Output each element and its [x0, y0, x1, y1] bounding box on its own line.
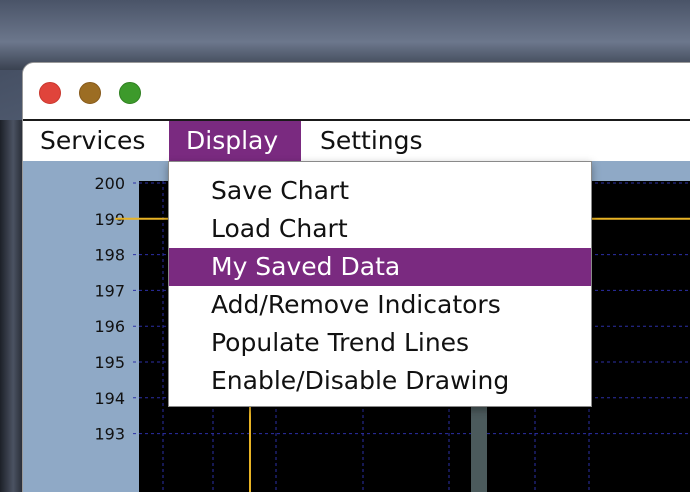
y-tick-label: 198 [94, 246, 125, 265]
menu-item-my-saved-data[interactable]: My Saved Data [169, 248, 591, 286]
menu-bar: Services Display Settings [23, 119, 690, 163]
title-bar[interactable] [23, 63, 690, 119]
y-tick-label: 197 [94, 281, 125, 300]
wallpaper-rock [0, 120, 22, 492]
candle-bar [471, 399, 487, 492]
y-tick-label: 195 [94, 353, 125, 372]
menu-item-save-chart[interactable]: Save Chart [169, 172, 591, 210]
y-tick-label: 196 [94, 317, 125, 336]
menu-item-add-remove-indicators[interactable]: Add/Remove Indicators [169, 286, 591, 324]
desktop: Services Display Settings 200 199 198 197 19… [0, 0, 690, 492]
display-dropdown-menu: Save Chart Load Chart My Saved Data Add/… [168, 161, 592, 407]
menu-settings[interactable]: Settings [303, 121, 433, 161]
close-window-button[interactable] [39, 82, 61, 104]
menu-services[interactable]: Services [23, 121, 169, 161]
desktop-wallpaper [0, 0, 690, 70]
minimize-window-button[interactable] [79, 82, 101, 104]
y-tick-label: 200 [94, 174, 125, 193]
y-tick-label: 193 [94, 425, 125, 444]
menu-item-load-chart[interactable]: Load Chart [169, 210, 591, 248]
menu-item-enable-disable-drawing[interactable]: Enable/Disable Drawing [169, 362, 591, 400]
app-window: Services Display Settings 200 199 198 197 19… [22, 62, 690, 492]
menu-item-populate-trend-lines[interactable]: Populate Trend Lines [169, 324, 591, 362]
menu-display[interactable]: Display [169, 121, 301, 161]
y-tick-label: 194 [94, 389, 125, 408]
zoom-window-button[interactable] [119, 82, 141, 104]
